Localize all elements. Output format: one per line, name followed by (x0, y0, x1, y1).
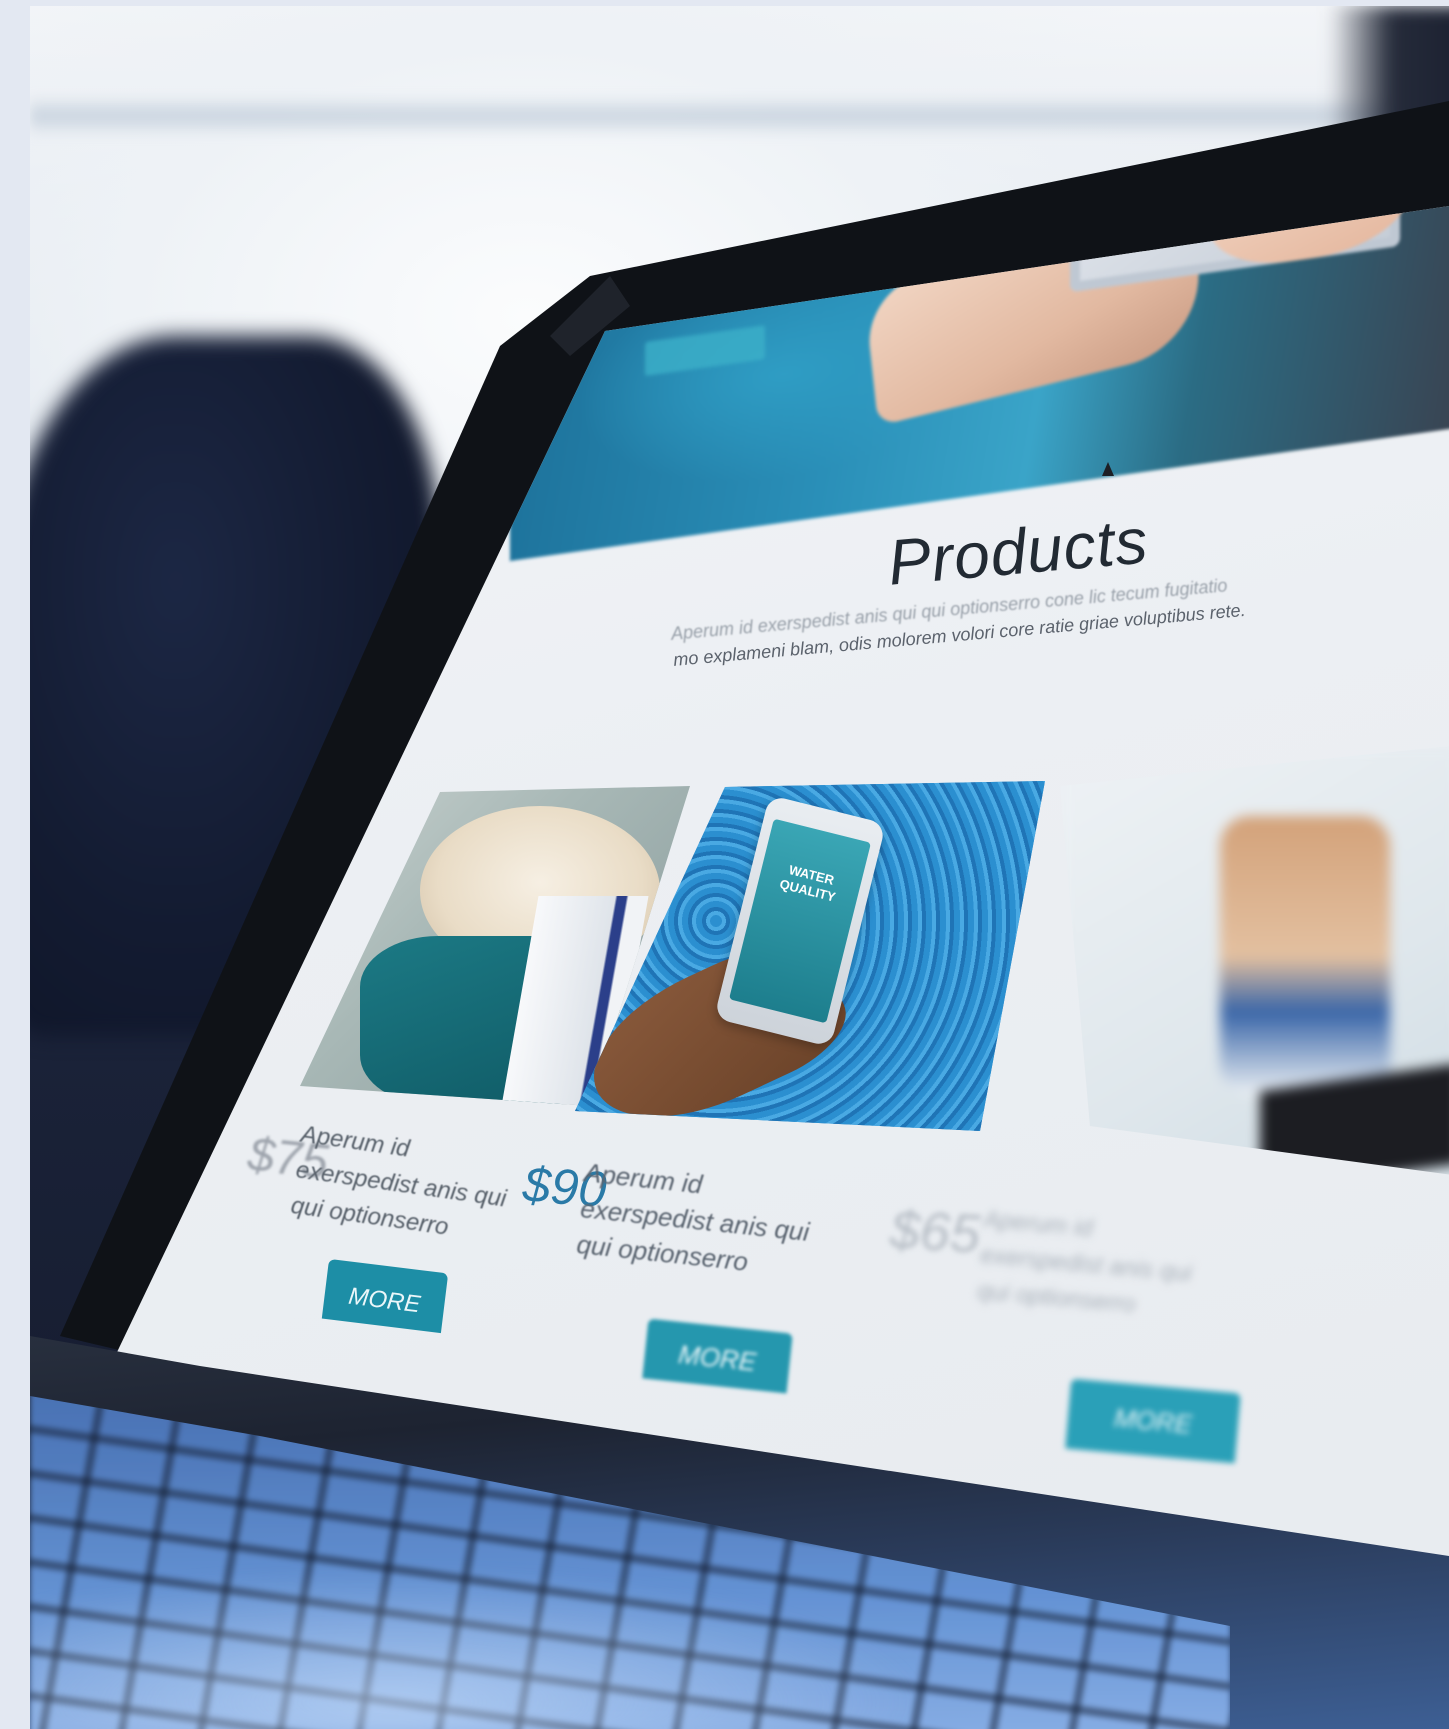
person-photo (1220, 816, 1390, 1096)
card-3-description: Aperum id exerspedist anis qui qui optio… (976, 1202, 1197, 1328)
card-2-more-button[interactable]: MORE (642, 1318, 793, 1394)
card-1-more-button[interactable]: MORE (321, 1258, 449, 1334)
hero-button[interactable] (645, 325, 765, 377)
card-1-description: Aperum id exerspedist anis qui qui optio… (289, 1117, 514, 1253)
smartphone: WATER QUALITY (713, 794, 887, 1048)
deck-reflection (30, 1566, 930, 1729)
card-3-more-button[interactable]: MORE (1065, 1378, 1241, 1464)
product-image-3[interactable] (1060, 746, 1449, 1176)
card-3-price: $65 (888, 1199, 982, 1265)
mouse-cursor-icon (1102, 462, 1114, 476)
laptop-photo: Products Aperum id exerspedist anis qui … (30, 6, 1449, 1729)
phone-screen-label: WATER QUALITY (728, 818, 872, 1024)
card-2-description: Aperum id exerspedist anis qui qui optio… (575, 1154, 815, 1285)
